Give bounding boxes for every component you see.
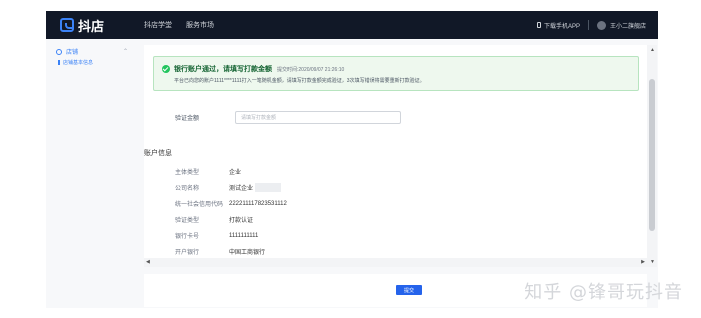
alert-time: 提交时间:2020/09/07 21:26:10	[277, 66, 345, 73]
info-value: 企业	[229, 170, 242, 176]
store-icon	[56, 48, 62, 55]
nav-item-service-market[interactable]: 服务市场	[186, 20, 214, 30]
divider	[587, 20, 589, 30]
sidebar-item-store-info[interactable]: 店铺基本信息	[46, 56, 140, 66]
scroll-down-icon[interactable]: ▼	[650, 259, 655, 265]
info-label: 验证类型	[175, 218, 200, 224]
scroll-left-icon[interactable]: ◀	[146, 259, 150, 265]
main-content: 银行账户通过，请填写打款金额 提交时间:2020/09/07 21:26:10 …	[140, 39, 658, 308]
info-label: 统一社会信用代码	[175, 202, 224, 208]
phone-icon	[536, 22, 541, 28]
check-circle-icon	[162, 65, 170, 73]
info-value: 1111111111	[229, 232, 259, 239]
masked-block	[255, 183, 282, 192]
info-value: 打款认证	[229, 218, 254, 224]
info-label: 银行卡号	[175, 234, 200, 240]
info-value: 222211117823531112	[229, 200, 287, 207]
nav-item-school[interactable]: 抖店学堂	[144, 20, 172, 30]
info-row-verify-type: 验证类型 打款认证	[175, 215, 253, 224]
verify-amount-label: 验证金额	[175, 116, 200, 122]
submit-button[interactable]: 提交	[396, 285, 422, 295]
verify-amount-row: 验证金额	[175, 111, 401, 124]
scrollbar-thumb[interactable]	[649, 79, 655, 231]
info-label: 主体类型	[175, 170, 200, 176]
info-value: 测试企业	[229, 186, 254, 192]
success-alert: 银行账户通过，请填写打款金额 提交时间:2020/09/07 21:26:10 …	[153, 56, 639, 91]
info-label: 开户银行	[175, 250, 200, 256]
download-app-link[interactable]: 下载手机APP	[536, 21, 580, 30]
alert-description: 平台已向您的账户1111****1111打入一笔随机金额，请填写打款金额完成验证…	[174, 78, 425, 84]
active-indicator	[58, 60, 60, 65]
logo-icon	[60, 18, 74, 32]
user-menu[interactable]: 王小二旗舰店	[596, 20, 646, 30]
sidebar-group-store[interactable]: 店铺 ⌃	[46, 39, 140, 56]
info-row-bank-name: 开户银行 中国工商银行	[175, 247, 265, 256]
info-row-credit-code: 统一社会信用代码 222211117823531112	[175, 199, 287, 209]
username: 王小二旗舰店	[609, 23, 646, 30]
info-value: 中国工商银行	[229, 250, 266, 256]
sidebar-item-label: 店铺基本信息	[63, 60, 94, 66]
alert-title: 银行账户通过，请填写打款金额	[174, 66, 272, 73]
logo-text: 抖店	[78, 18, 105, 34]
top-navigation-bar: 抖店 抖店学堂 服务市场 下载手机APP 王小二旗舰店	[46, 11, 658, 39]
download-app-label: 下载手机APP	[543, 23, 580, 30]
watermark: 知乎 @锋哥玩抖音	[524, 282, 683, 303]
info-row-company-name: 公司名称 测试企业	[175, 183, 282, 192]
info-label: 公司名称	[175, 186, 200, 192]
topbar-right: 下载手机APP 王小二旗舰店	[536, 20, 646, 30]
avatar	[596, 20, 606, 30]
horizontal-scrollbar[interactable]: ◀ ▶	[144, 258, 647, 267]
chevron-up-icon: ⌃	[122, 49, 128, 55]
sidebar-group-label: 店铺	[66, 50, 79, 56]
content-card: 银行账户通过，请填写打款金额 提交时间:2020/09/07 21:26:10 …	[144, 45, 647, 266]
section-title: 账户信息	[144, 150, 172, 157]
info-row-bank-card: 银行卡号 1111111111	[175, 231, 259, 241]
vertical-scrollbar[interactable]: ▲ ▼	[647, 45, 657, 267]
verify-amount-input[interactable]	[235, 111, 401, 124]
scroll-up-icon[interactable]: ▲	[650, 47, 655, 53]
alert-title-row: 银行账户通过，请填写打款金额 提交时间:2020/09/07 21:26:10	[162, 64, 344, 74]
logo[interactable]: 抖店	[60, 16, 144, 35]
sidebar: 店铺 ⌃ 店铺基本信息	[46, 39, 140, 308]
info-row-entity-type: 主体类型 企业	[175, 167, 241, 176]
scroll-right-icon[interactable]: ▶	[641, 259, 645, 265]
